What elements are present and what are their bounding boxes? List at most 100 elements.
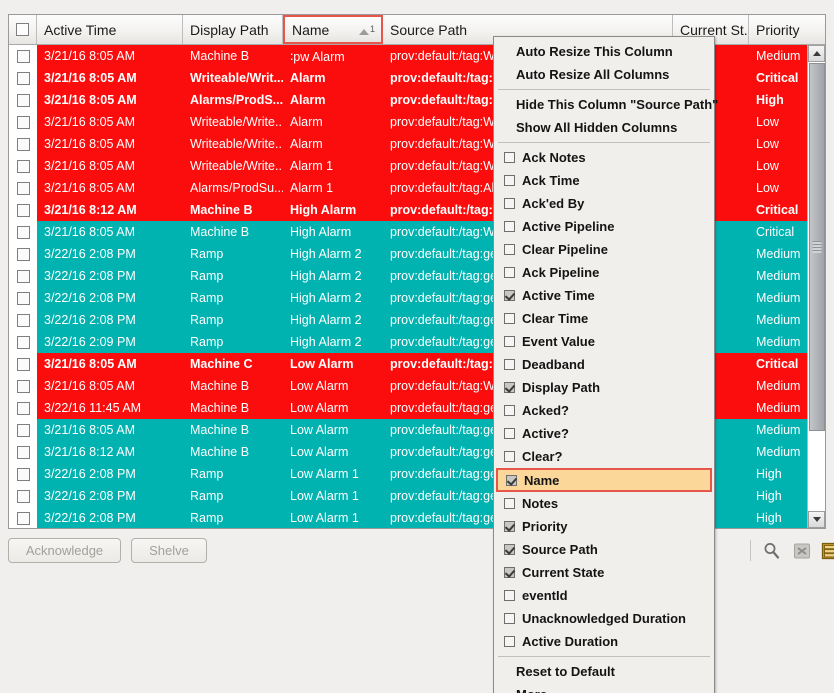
row-checkbox[interactable] — [17, 512, 30, 525]
row-select-cell[interactable] — [9, 243, 37, 265]
checkbox-unchecked-icon[interactable] — [504, 498, 515, 509]
row-checkbox[interactable] — [17, 402, 30, 415]
checkbox-unchecked-icon[interactable] — [504, 152, 515, 163]
row-checkbox[interactable] — [17, 50, 30, 63]
menu-item[interactable]: Show All Hidden Columns — [494, 116, 714, 139]
search-icon[interactable] — [762, 541, 782, 561]
menu-item[interactable]: Priority — [494, 515, 714, 538]
row-select-cell[interactable] — [9, 133, 37, 155]
checkbox-unchecked-icon[interactable] — [504, 244, 515, 255]
menu-item[interactable]: Unacknowledged Duration — [494, 607, 714, 630]
select-all-header[interactable] — [9, 15, 37, 44]
row-checkbox[interactable] — [17, 358, 30, 371]
checkbox-unchecked-icon[interactable] — [504, 451, 515, 462]
column-header-display_path[interactable]: Display Path — [183, 15, 283, 44]
row-select-cell[interactable] — [9, 419, 37, 441]
checkbox-unchecked-icon[interactable] — [504, 336, 515, 347]
menu-item[interactable]: Event Value — [494, 330, 714, 353]
menu-item[interactable]: Ack Notes — [494, 146, 714, 169]
menu-item[interactable]: Acked? — [494, 399, 714, 422]
row-checkbox[interactable] — [17, 424, 30, 437]
menu-item[interactable]: Auto Resize All Columns — [494, 63, 714, 86]
checkbox-checked-icon[interactable] — [504, 382, 515, 393]
menu-item[interactable]: Clear? — [494, 445, 714, 468]
row-select-cell[interactable] — [9, 155, 37, 177]
checkbox-unchecked-icon[interactable] — [504, 613, 515, 624]
row-checkbox[interactable] — [17, 160, 30, 173]
row-checkbox[interactable] — [17, 314, 30, 327]
row-checkbox[interactable] — [17, 72, 30, 85]
checkbox-unchecked-icon[interactable] — [504, 359, 515, 370]
checkbox-unchecked-icon[interactable] — [504, 175, 515, 186]
row-select-cell[interactable] — [9, 485, 37, 507]
menu-item[interactable]: Clear Pipeline — [494, 238, 714, 261]
row-select-cell[interactable] — [9, 265, 37, 287]
row-checkbox[interactable] — [17, 380, 30, 393]
row-select-cell[interactable] — [9, 463, 37, 485]
menu-item[interactable]: Reset to Default — [494, 660, 714, 683]
menu-item[interactable]: Active Pipeline — [494, 215, 714, 238]
menu-item[interactable]: Ack Pipeline — [494, 261, 714, 284]
checkbox-unchecked-icon[interactable] — [504, 221, 515, 232]
row-select-cell[interactable] — [9, 331, 37, 353]
menu-item[interactable]: Display Path — [494, 376, 714, 399]
row-select-cell[interactable] — [9, 507, 37, 528]
row-checkbox[interactable] — [17, 446, 30, 459]
table-vertical-scrollbar[interactable] — [807, 45, 825, 528]
checkbox-unchecked-icon[interactable] — [504, 405, 515, 416]
row-checkbox[interactable] — [17, 226, 30, 239]
checkbox-unchecked-icon[interactable] — [504, 590, 515, 601]
row-checkbox[interactable] — [17, 182, 30, 195]
row-checkbox[interactable] — [17, 138, 30, 151]
column-header-name[interactable]: Name1 — [283, 15, 383, 44]
row-select-cell[interactable] — [9, 287, 37, 309]
menu-item[interactable]: Active? — [494, 422, 714, 445]
column-header-priority[interactable]: Priority — [749, 15, 826, 44]
row-select-cell[interactable] — [9, 221, 37, 243]
row-select-cell[interactable] — [9, 67, 37, 89]
checkbox-unchecked-icon[interactable] — [504, 428, 515, 439]
row-checkbox[interactable] — [17, 248, 30, 261]
shelve-button[interactable]: Shelve — [131, 538, 207, 563]
row-select-cell[interactable] — [9, 89, 37, 111]
row-checkbox[interactable] — [17, 204, 30, 217]
row-select-cell[interactable] — [9, 45, 37, 67]
menu-item[interactable]: Current State — [494, 561, 714, 584]
row-select-cell[interactable] — [9, 199, 37, 221]
menu-item[interactable]: Source Path — [494, 538, 714, 561]
row-checkbox[interactable] — [17, 116, 30, 129]
row-checkbox[interactable] — [17, 94, 30, 107]
checkbox-checked-icon[interactable] — [506, 475, 517, 486]
checkbox-unchecked-icon[interactable] — [504, 267, 515, 278]
row-select-cell[interactable] — [9, 111, 37, 133]
scroll-up-button[interactable] — [808, 45, 825, 62]
menu-item[interactable]: Deadband — [494, 353, 714, 376]
row-select-cell[interactable] — [9, 177, 37, 199]
checkbox-checked-icon[interactable] — [504, 544, 515, 555]
checkbox-checked-icon[interactable] — [504, 521, 515, 532]
row-checkbox[interactable] — [17, 336, 30, 349]
row-select-cell[interactable] — [9, 441, 37, 463]
alarm-journal-icon[interactable] — [820, 541, 834, 561]
checkbox-checked-icon[interactable] — [504, 290, 515, 301]
row-select-cell[interactable] — [9, 353, 37, 375]
checkbox-unchecked-icon[interactable] — [504, 636, 515, 647]
acknowledge-button[interactable]: Acknowledge — [8, 538, 121, 563]
checkbox-checked-icon[interactable] — [504, 567, 515, 578]
menu-item[interactable]: Name — [496, 468, 712, 492]
scrollbar-thumb[interactable] — [809, 63, 825, 431]
menu-item[interactable]: Ack Time — [494, 169, 714, 192]
select-all-checkbox[interactable] — [16, 23, 29, 36]
checkbox-unchecked-icon[interactable] — [504, 198, 515, 209]
menu-item[interactable]: Clear Time — [494, 307, 714, 330]
row-select-cell[interactable] — [9, 375, 37, 397]
row-checkbox[interactable] — [17, 468, 30, 481]
menu-item[interactable]: Active Time — [494, 284, 714, 307]
menu-item[interactable]: Hide This Column "Source Path" — [494, 93, 714, 116]
menu-item[interactable]: Ack'ed By — [494, 192, 714, 215]
menu-item[interactable]: Active Duration — [494, 630, 714, 653]
menu-item[interactable]: More... — [494, 683, 714, 693]
checkbox-unchecked-icon[interactable] — [504, 313, 515, 324]
menu-item[interactable]: Auto Resize This Column — [494, 40, 714, 63]
row-select-cell[interactable] — [9, 397, 37, 419]
